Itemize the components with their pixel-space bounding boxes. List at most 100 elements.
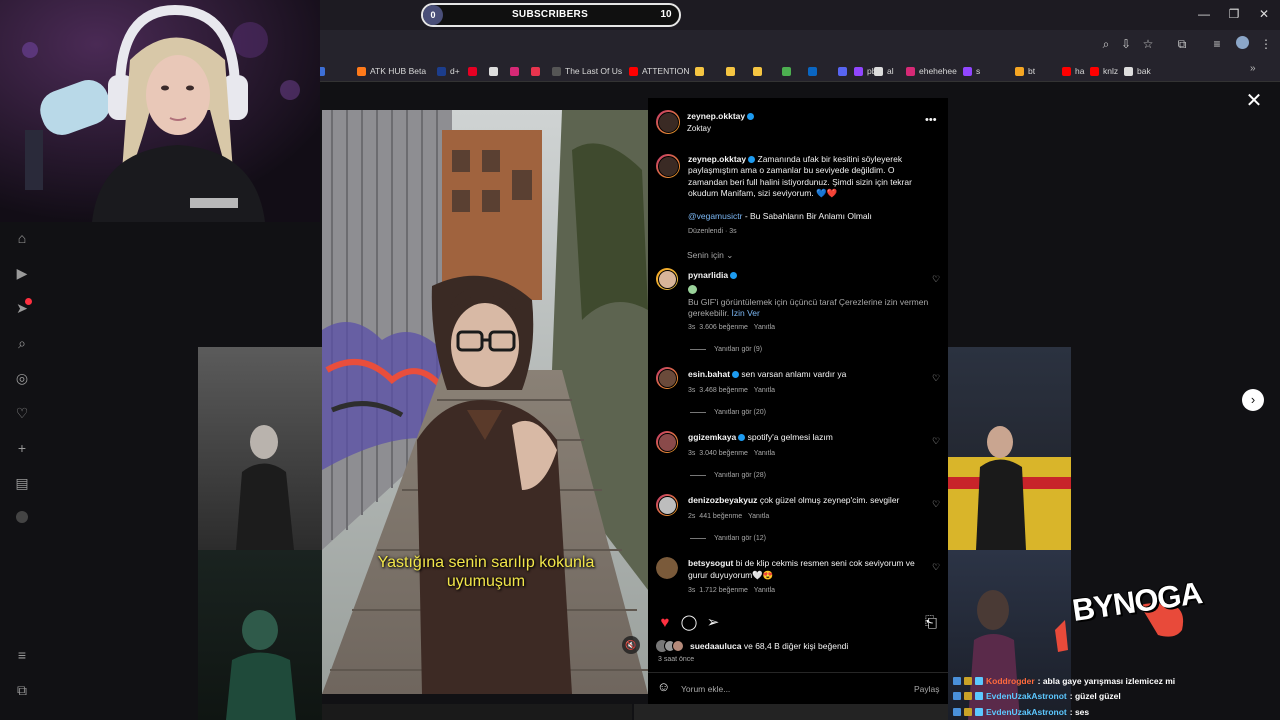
liked-heart-icon[interactable]: ♥ (656, 614, 674, 632)
comment-username[interactable]: pynarlidia (688, 270, 738, 281)
reply-button[interactable]: Yanıtla (754, 387, 775, 394)
bookmark-item[interactable] (838, 64, 851, 78)
mute-toggle-icon[interactable]: 🔇 (622, 636, 640, 654)
comment-avatar[interactable] (656, 557, 678, 579)
zoom-icon[interactable]: ⌕ (1098, 36, 1114, 52)
comment-avatar[interactable] (656, 494, 678, 516)
bookmark-item[interactable]: al (874, 64, 894, 78)
bookmark-item[interactable]: s (963, 64, 980, 78)
comment-icon[interactable]: ◯ (680, 614, 698, 632)
close-modal-icon[interactable]: ✕ (1244, 91, 1264, 111)
like-comment-icon[interactable]: ♡ (931, 274, 941, 284)
star-icon[interactable]: ☆ (1140, 36, 1156, 52)
bookmark-item[interactable]: bak (1124, 64, 1151, 78)
post-options-icon[interactable]: ••• (925, 115, 937, 126)
bookmark-item[interactable]: knlz (1090, 64, 1118, 78)
bookmark-item[interactable]: ha (1062, 64, 1084, 78)
reel-video[interactable] (322, 110, 648, 694)
more-bookmarks-icon[interactable]: » (1250, 63, 1256, 74)
grid-thumbnail[interactable] (198, 347, 322, 550)
comment-username[interactable]: ggizemkaya (688, 432, 736, 442)
author-avatar[interactable] (656, 110, 680, 134)
allow-cookies-link[interactable]: İzin Ver (731, 308, 759, 318)
bookmark-item[interactable]: d+ (437, 64, 460, 78)
bookmark-item[interactable] (468, 64, 481, 78)
share-icon[interactable]: ➢ (704, 614, 722, 632)
close-window-icon[interactable]: ✕ (1254, 6, 1274, 22)
minimize-icon[interactable]: — (1194, 6, 1214, 22)
author-username[interactable]: zeynep.okktay (687, 111, 755, 122)
profile-avatar-icon[interactable] (12, 508, 32, 528)
like-comment-icon[interactable]: ♡ (931, 562, 941, 572)
reply-button[interactable]: Yanıtla (754, 450, 775, 457)
comment-username[interactable]: betsysogut (688, 558, 733, 568)
save-bookmark-icon[interactable]: ⎗ (922, 614, 940, 632)
bookmark-item[interactable]: ATTENTION (629, 64, 690, 78)
bookmark-item[interactable] (510, 64, 523, 78)
media-controls-icon[interactable]: ≡ (1209, 36, 1225, 52)
comment-input[interactable]: Yorum ekle... (681, 684, 730, 695)
reply-button[interactable]: Yanıtla (754, 587, 775, 594)
bookmark-item[interactable] (489, 64, 502, 78)
home-icon[interactable]: ⌂ (12, 228, 32, 248)
dashboard-icon[interactable]: ▤ (12, 473, 32, 493)
comment-avatar[interactable] (656, 431, 678, 453)
bookmark-item[interactable]: The Last Of Us (552, 64, 622, 78)
comment-likes[interactable]: 3.468 beğenme (699, 387, 748, 394)
grid-thumbnail[interactable] (198, 550, 322, 720)
install-icon[interactable]: ⇩ (1118, 36, 1134, 52)
profile-avatar[interactable] (1234, 36, 1250, 52)
bookmark-item[interactable]: ATK HUB Beta (357, 64, 426, 78)
comment-user-text[interactable]: pynarlidia (688, 270, 728, 280)
bookmark-item[interactable] (808, 64, 821, 78)
emoji-icon[interactable]: ☺ (657, 680, 670, 693)
view-replies-button[interactable]: Yanıtları gör (12) (714, 533, 766, 544)
comment-avatar[interactable] (656, 367, 678, 389)
grid-thumbnail[interactable] (948, 347, 1071, 550)
extensions-icon[interactable]: ⧉ (1174, 36, 1190, 52)
liked-by-user[interactable]: suedaauluca (690, 641, 742, 651)
likes-summary[interactable]: suedaauluca ve 68,4 B diğer kişi beğendi (690, 641, 848, 652)
comment-username[interactable]: esin.bahat (688, 369, 730, 379)
explore-icon[interactable]: ◎ (12, 368, 32, 388)
chat-username[interactable]: EvdenUzakAstronot (986, 691, 1067, 701)
bookmark-item[interactable] (695, 64, 708, 78)
sort-dropdown[interactable]: Senin için ⌄ (687, 250, 733, 261)
comment-avatar[interactable] (656, 268, 678, 290)
view-replies-button[interactable]: Yanıtları gör (20) (714, 407, 766, 418)
next-post-button[interactable]: › (1242, 389, 1264, 411)
caption-username[interactable]: zeynep.okktay (688, 154, 746, 164)
view-replies-button[interactable]: Yanıtları gör (28) (714, 470, 766, 481)
share-comment-button[interactable]: Paylaş (914, 684, 940, 695)
caption-avatar[interactable] (656, 154, 680, 178)
create-icon[interactable]: + (12, 438, 32, 458)
like-comment-icon[interactable]: ♡ (931, 373, 941, 383)
comment-likes[interactable]: 441 beğenme (699, 513, 742, 520)
comment-likes[interactable]: 1.712 beğenme (699, 587, 748, 594)
notifications-heart-icon[interactable]: ♡ (12, 403, 32, 423)
comment-likes[interactable]: 3.040 beğenme (699, 450, 748, 457)
comment-username[interactable]: denizozbeyakyuz (688, 495, 757, 505)
bookmark-item[interactable] (753, 64, 766, 78)
browser-menu-icon[interactable]: ⋮ (1258, 36, 1274, 52)
music-mention-link[interactable]: @vegamusictr (688, 211, 742, 221)
maximize-icon[interactable]: ❐ (1224, 6, 1244, 22)
search-icon[interactable]: ⌕ (12, 333, 32, 353)
like-comment-icon[interactable]: ♡ (931, 499, 941, 509)
like-comment-icon[interactable]: ♡ (931, 436, 941, 446)
liker-avatar[interactable] (672, 640, 684, 652)
reply-button[interactable]: Yanıtla (748, 513, 769, 520)
bookmark-item[interactable]: bt (1015, 64, 1035, 78)
author-name-text[interactable]: zeynep.okktay (687, 111, 745, 121)
bookmark-item[interactable]: ehehehee (906, 64, 957, 78)
reply-button[interactable]: Yanıtla (754, 324, 775, 331)
bookmark-item[interactable] (726, 64, 739, 78)
view-replies-button[interactable]: Yanıtları gör (9) (714, 344, 762, 355)
apps-icon[interactable]: ⧉ (12, 680, 32, 700)
chat-username[interactable]: EvdenUzakAstronot (986, 707, 1067, 717)
author-subtitle[interactable]: Zoktay (687, 123, 711, 134)
more-menu-icon[interactable]: ≡ (12, 645, 32, 665)
comment-likes[interactable]: 3.606 beğenme (699, 324, 748, 331)
bookmark-item[interactable] (782, 64, 795, 78)
reels-icon[interactable]: ▶ (12, 263, 32, 283)
